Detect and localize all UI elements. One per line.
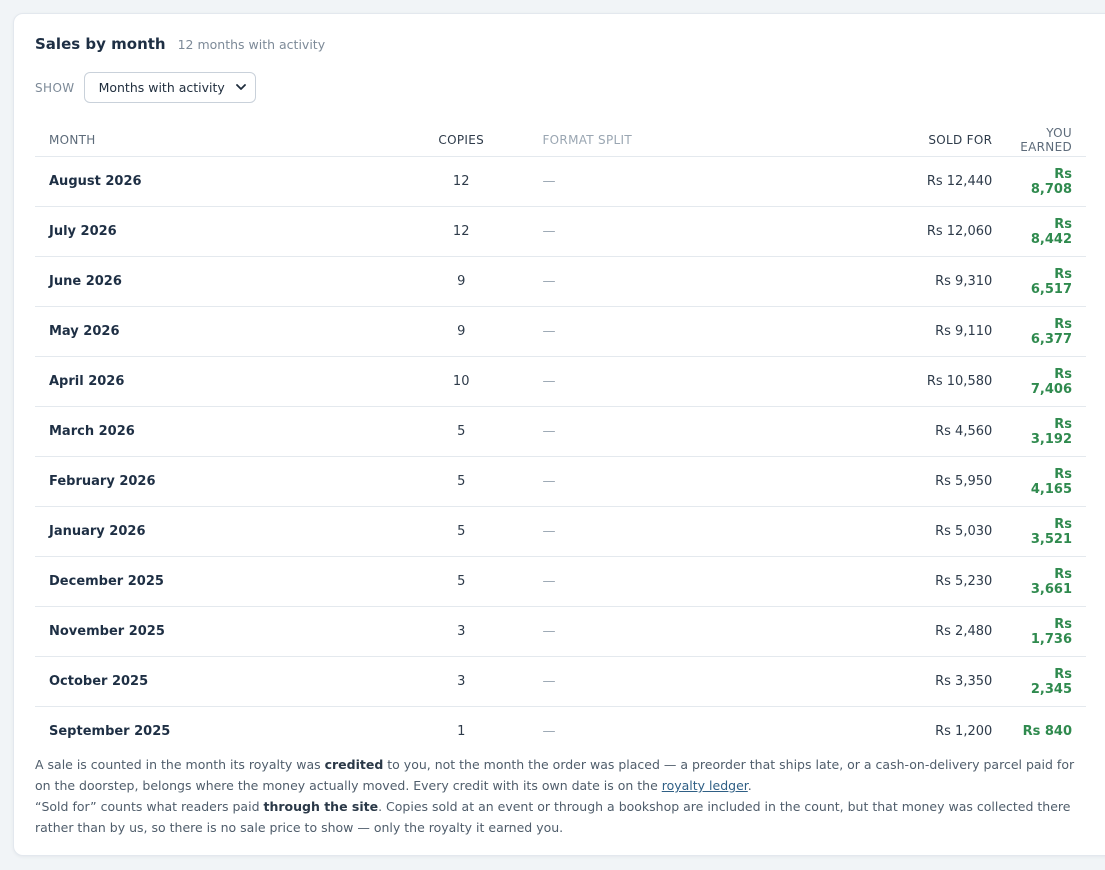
row-sold-for: Rs 10,580 [776, 356, 1007, 407]
row-copies: 1 [457, 723, 466, 739]
table-row: December 2025 5— Rs 5,230 Rs 3,661 [35, 556, 1086, 607]
row-sold-for: Rs 5,950 [776, 456, 1007, 507]
row-sold-for: Rs 3,350 [776, 656, 1007, 707]
table-row: June 2026 9— Rs 9,310 Rs 6,517 [35, 256, 1086, 307]
footnote-emphasis: through the site [263, 799, 379, 814]
row-month: December 2025 [35, 556, 394, 607]
table-row: November 2025 3— Rs 2,480 Rs 1,736 [35, 606, 1086, 657]
row-you-earned: Rs 1,736 [1006, 606, 1086, 657]
row-copies: 9 [393, 306, 529, 357]
card-header: Sales by month 12 months with activity [35, 35, 325, 53]
row-format-split: — [528, 606, 777, 657]
row-you-earned: Rs 3,661 [1006, 556, 1086, 607]
footnote-emphasis: credited [324, 757, 384, 772]
row-sold-for: Rs 5,030 [776, 506, 1007, 557]
table-body: August 2026 12— Rs 12,440 Rs 8,708 July 2026… [35, 156, 1086, 756]
row-format-split: — [528, 306, 777, 357]
row-format-split: — [528, 456, 777, 507]
row-you-earned: Rs 7,406 [1006, 356, 1086, 407]
row-you-earned: Rs 8,708 [1006, 156, 1086, 207]
sales-by-month-card: Sales by month 12 months with activity S… [13, 13, 1105, 856]
table-row: October 2025 3— Rs 3,350 Rs 2,345 [35, 656, 1086, 707]
row-sold-for: Rs 12,440 [776, 156, 1007, 207]
table-row: January 2026 5— Rs 5,030 Rs 3,521 [35, 506, 1086, 557]
row-you-earned: Rs 3,192 [1006, 406, 1086, 457]
row-copies: 9 [393, 256, 529, 307]
row-copies: 12 [393, 156, 529, 207]
row-you-earned: Rs 2,345 [1006, 656, 1086, 707]
row-month: January 2026 [35, 506, 394, 557]
filter-row: SHOW Months with activity [35, 72, 256, 103]
footnote-sold-for: “Sold for” counts what readers paid thro… [35, 796, 1085, 838]
column-header-format-split: FORMAT SPLIT [528, 124, 777, 157]
sales-table: MONTH COPIES FORMAT SPLIT SOLD FOR YOU E… [35, 124, 1086, 755]
row-copies: 3 [393, 656, 529, 707]
row-format-split: — [528, 206, 777, 257]
row-month: October 2025 [35, 656, 394, 707]
chevron-down-icon [235, 84, 246, 90]
row-sold-for: Rs 9,310 [776, 256, 1007, 307]
table-row: March 2026 5— Rs 4,560 Rs 3,192 [35, 406, 1086, 457]
row-month: February 2026 [35, 456, 394, 507]
show-label: SHOW [35, 80, 75, 95]
table-row: May 2026 9— Rs 9,110 Rs 6,377 [35, 306, 1086, 357]
row-you-earned: Rs 840 [1022, 723, 1072, 739]
row-month: March 2026 [35, 406, 394, 457]
row-you-earned: Rs 6,517 [1006, 256, 1086, 307]
table-row: August 2026 12— Rs 12,440 Rs 8,708 [35, 156, 1086, 207]
table-row: July 2026 12— Rs 12,060 Rs 8,442 [35, 206, 1086, 257]
row-copies: 12 [393, 206, 529, 257]
table-row: February 2026 5— Rs 5,950 Rs 4,165 [35, 456, 1086, 507]
show-select-value: Months with activity [98, 80, 225, 95]
footnote-text: “Sold for” counts what readers paid [35, 799, 264, 814]
footnotes: A sale is counted in the month its royal… [35, 754, 1085, 838]
row-copies: 5 [393, 556, 529, 607]
row-month: June 2026 [35, 256, 394, 307]
row-month: September 2025 [49, 723, 171, 739]
row-copies: 5 [393, 506, 529, 557]
row-sold-for: Rs 9,110 [776, 306, 1007, 357]
card-title: Sales by month [35, 35, 166, 53]
row-you-earned: Rs 4,165 [1006, 456, 1086, 507]
row-month: July 2026 [35, 206, 394, 257]
row-month: November 2025 [35, 606, 394, 657]
royalty-ledger-link[interactable]: royalty ledger [662, 778, 748, 793]
row-copies: 3 [393, 606, 529, 657]
row-format-split: — [528, 506, 777, 557]
row-month: April 2026 [35, 356, 394, 407]
row-format-split: — [528, 556, 777, 607]
row-sold-for: Rs 4,560 [776, 406, 1007, 457]
row-you-earned: Rs 6,377 [1006, 306, 1086, 357]
row-format-split: — [528, 156, 777, 207]
column-header-sold-for: SOLD FOR [776, 124, 1007, 157]
footnote-text: . [747, 778, 752, 793]
row-copies: 5 [393, 456, 529, 507]
column-header-you-earned: YOU EARNED [1006, 124, 1086, 157]
table-row: April 2026 10— Rs 10,580 Rs 7,406 [35, 356, 1086, 407]
card-subtitle: 12 months with activity [177, 37, 326, 52]
column-header-copies: COPIES [393, 124, 529, 157]
row-copies: 5 [393, 406, 529, 457]
row-format-split: — [528, 656, 777, 707]
table-row: September 2025 1 — Rs 1,200 Rs 840 [35, 707, 1086, 756]
show-select[interactable]: Months with activity [83, 72, 256, 103]
row-format-split: — [528, 356, 777, 407]
row-sold-for: Rs 1,200 [935, 723, 993, 739]
table-header-row: MONTH COPIES FORMAT SPLIT SOLD FOR YOU E… [35, 124, 1086, 157]
row-sold-for: Rs 2,480 [776, 606, 1007, 657]
row-format-split: — [528, 406, 777, 457]
column-header-month: MONTH [35, 124, 394, 157]
row-format-split: — [528, 256, 777, 307]
row-sold-for: Rs 5,230 [776, 556, 1007, 607]
row-you-earned: Rs 8,442 [1006, 206, 1086, 257]
footnote-text: A sale is counted in the month its royal… [35, 757, 325, 772]
row-month: August 2026 [35, 156, 394, 207]
row-sold-for: Rs 12,060 [776, 206, 1007, 257]
row-format-split: — [542, 723, 556, 739]
row-copies: 10 [393, 356, 529, 407]
row-month: May 2026 [35, 306, 394, 357]
row-you-earned: Rs 3,521 [1006, 506, 1086, 557]
footnote-credited: A sale is counted in the month its royal… [35, 754, 1085, 796]
